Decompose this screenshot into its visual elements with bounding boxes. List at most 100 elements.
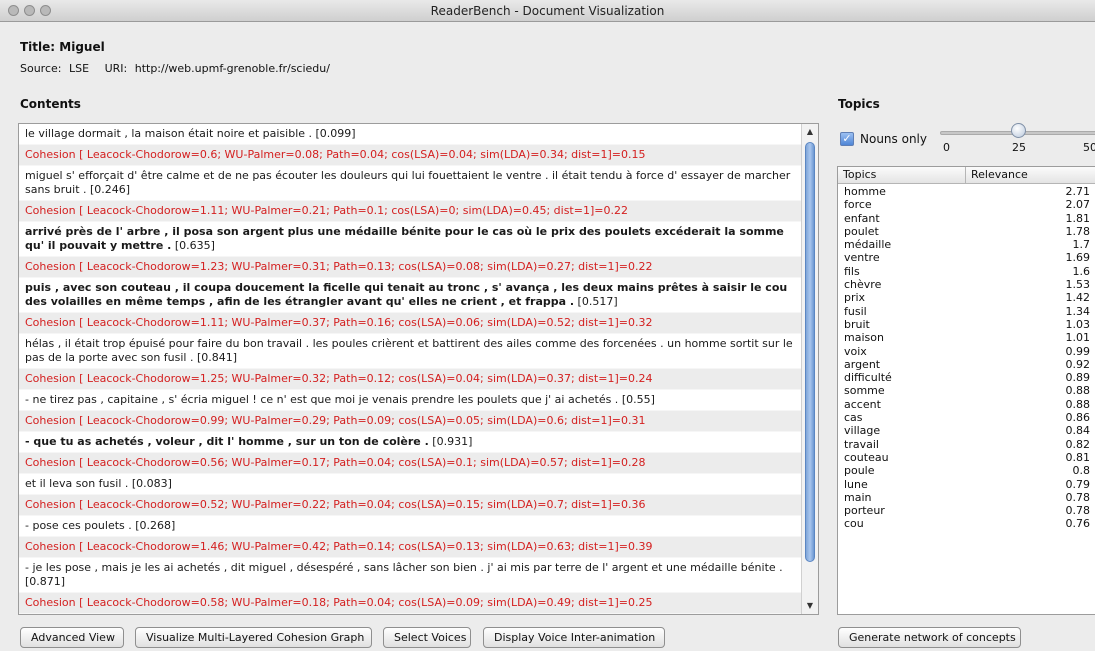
topic-row[interactable]: enfant 1.81 (838, 212, 1095, 225)
source-line: Source: LSE URI: http://web.upmf-grenobl… (20, 62, 334, 75)
sentence-row[interactable]: miguel s' efforçait d' être calme et de … (19, 166, 802, 200)
cohesion-row[interactable]: Cohesion [ Leacock-Chodorow=1.11; WU-Pal… (19, 312, 802, 334)
cohesion-row[interactable]: Cohesion [ Leacock-Chodorow=0.58; WU-Pal… (19, 592, 802, 614)
topic-row[interactable]: fils 1.6 (838, 265, 1095, 278)
column-header-topics[interactable]: Topics (838, 167, 966, 184)
display-voice-button[interactable]: Display Voice Inter-animation (483, 627, 665, 648)
advanced-view-button[interactable]: Advanced View (20, 627, 124, 648)
topic-name: lune (844, 477, 868, 491)
nouns-only-checkbox[interactable]: ✓ (840, 132, 854, 146)
topic-relevance: 1.7 (1072, 238, 1091, 252)
topic-name: poulet (844, 224, 879, 238)
topic-row[interactable]: prix 1.42 (838, 291, 1095, 304)
sentence-text: - ne tirez pas , capitaine , s' écria mi… (25, 393, 619, 406)
topic-name: cou (844, 517, 864, 531)
topic-row[interactable]: village 0.84 (838, 424, 1095, 437)
topic-name: poule (844, 464, 875, 478)
topic-name: chèvre (844, 278, 882, 292)
topic-row[interactable]: chèvre 1.53 (838, 278, 1095, 291)
contents-panel[interactable]: le village dormait , la maison était noi… (18, 123, 819, 615)
topic-row[interactable]: argent 0.92 (838, 358, 1095, 371)
nouns-only-label: Nouns only (860, 132, 927, 146)
cohesion-row[interactable]: Cohesion [ Leacock-Chodorow=1.11; WU-Pal… (19, 200, 802, 222)
scroll-up-icon[interactable]: ▲ (802, 124, 818, 140)
topic-row[interactable]: main 0.78 (838, 491, 1095, 504)
topic-row[interactable]: ventre 1.69 (838, 251, 1095, 264)
sentence-row[interactable]: puis , avec son couteau , il coupa douce… (19, 278, 802, 312)
sentence-score: [0.083] (131, 477, 172, 490)
cohesion-row[interactable]: Cohesion [ Leacock-Chodorow=1.25; WU-Pal… (19, 368, 802, 390)
topic-relevance: 1.6 (1072, 264, 1091, 278)
topic-relevance: 1.78 (1065, 224, 1091, 238)
sentence-score: [0.841] (196, 351, 238, 364)
sentence-row[interactable]: hélas , il était trop épuisé pour faire … (19, 334, 802, 368)
cohesion-row[interactable]: Cohesion [ Leacock-Chodorow=0.56; WU-Pal… (19, 452, 802, 474)
topics-heading: Topics (838, 97, 880, 111)
topics-table[interactable]: Topics Relevance homme 2.71 force 2.07 enfan… (837, 166, 1095, 615)
topic-name: fils (844, 264, 860, 278)
topic-row[interactable]: cou 0.76 (838, 517, 1095, 530)
topic-row[interactable]: homme 2.71 (838, 185, 1095, 198)
scroll-thumb[interactable] (805, 142, 815, 562)
sentence-row[interactable]: - que tu as achetés , voleur , dit l' ho… (19, 432, 802, 452)
topic-row[interactable]: fusil 1.34 (838, 305, 1095, 318)
topic-name: couteau (844, 450, 889, 464)
cohesion-row[interactable]: Cohesion [ Leacock-Chodorow=0.52; WU-Pal… (19, 494, 802, 516)
sentence-row[interactable]: - je les pose , mais je les ai achetés ,… (19, 558, 802, 592)
topic-relevance: 0.8 (1072, 464, 1091, 478)
topic-name: accent (844, 397, 881, 411)
contents-list: le village dormait , la maison était noi… (19, 124, 802, 614)
topic-name: bruit (844, 317, 870, 331)
sentence-row[interactable]: et il leva son fusil . [0.083] (19, 474, 802, 494)
topic-row[interactable]: poulet 1.78 (838, 225, 1095, 238)
topic-row[interactable]: cas 0.86 (838, 411, 1095, 424)
topic-row[interactable]: porteur 0.78 (838, 504, 1095, 517)
topic-row[interactable]: accent 0.88 (838, 398, 1095, 411)
topic-row[interactable]: travail 0.82 (838, 438, 1095, 451)
source-label: Source: (20, 62, 62, 75)
topic-relevance: 0.99 (1065, 344, 1091, 358)
sentence-row[interactable]: le village dormait , la maison était noi… (19, 124, 802, 144)
topic-row[interactable]: bruit 1.03 (838, 318, 1095, 331)
cohesion-row[interactable]: Cohesion [ Leacock-Chodorow=1.23; WU-Pal… (19, 256, 802, 278)
visualize-graph-button[interactable]: Visualize Multi-Layered Cohesion Graph (135, 627, 372, 648)
topic-relevance: 0.89 (1065, 371, 1091, 385)
sentence-text: le village dormait , la maison était noi… (25, 127, 313, 140)
window-titlebar: ReaderBench - Document Visualization (0, 0, 1095, 22)
topic-row[interactable]: force 2.07 (838, 198, 1095, 211)
nouns-only-toggle[interactable]: ✓ Nouns only (840, 132, 927, 146)
topic-relevance: 0.78 (1065, 504, 1091, 518)
topic-row[interactable]: difficulté 0.89 (838, 371, 1095, 384)
sentence-text: - que tu as achetés , voleur , dit l' ho… (25, 435, 429, 448)
topic-row[interactable]: voix 0.99 (838, 345, 1095, 358)
topic-relevance: 0.81 (1065, 450, 1091, 464)
generate-network-button[interactable]: Generate network of concepts (838, 627, 1021, 648)
contents-scrollbar[interactable]: ▲ ▼ (801, 124, 818, 614)
topic-relevance: 2.71 (1065, 185, 1091, 198)
topic-relevance: 0.92 (1065, 357, 1091, 371)
topic-row[interactable]: médaille 1.7 (838, 238, 1095, 251)
cohesion-row[interactable]: Cohesion [ Leacock-Chodorow=0.6; WU-Palm… (19, 144, 802, 166)
sentence-score: [0.517] (577, 295, 618, 308)
topic-name: travail (844, 437, 879, 451)
topic-row[interactable]: somme 0.88 (838, 384, 1095, 397)
topic-row[interactable]: couteau 0.81 (838, 451, 1095, 464)
sentence-text: et il leva son fusil . (25, 477, 129, 490)
topic-relevance: 1.81 (1065, 211, 1091, 225)
column-header-relevance[interactable]: Relevance (966, 167, 1095, 184)
topic-row[interactable]: poule 0.8 (838, 464, 1095, 477)
select-voices-button[interactable]: Select Voices (383, 627, 471, 648)
sentence-score: [0.099] (315, 127, 356, 140)
topic-relevance: 1.34 (1065, 304, 1091, 318)
topic-name: homme (844, 185, 886, 198)
topic-row[interactable]: lune 0.79 (838, 478, 1095, 491)
sentence-row[interactable]: arrivé près de l' arbre , il posa son ar… (19, 222, 802, 256)
slider-thumb[interactable] (1011, 123, 1026, 138)
topic-relevance: 1.42 (1065, 291, 1091, 305)
scroll-down-icon[interactable]: ▼ (802, 598, 818, 614)
sentence-row[interactable]: - pose ces poulets . [0.268] (19, 516, 802, 536)
topic-row[interactable]: maison 1.01 (838, 331, 1095, 344)
sentence-row[interactable]: - ne tirez pas , capitaine , s' écria mi… (19, 390, 802, 410)
cohesion-row[interactable]: Cohesion [ Leacock-Chodorow=0.99; WU-Pal… (19, 410, 802, 432)
cohesion-row[interactable]: Cohesion [ Leacock-Chodorow=1.46; WU-Pal… (19, 536, 802, 558)
